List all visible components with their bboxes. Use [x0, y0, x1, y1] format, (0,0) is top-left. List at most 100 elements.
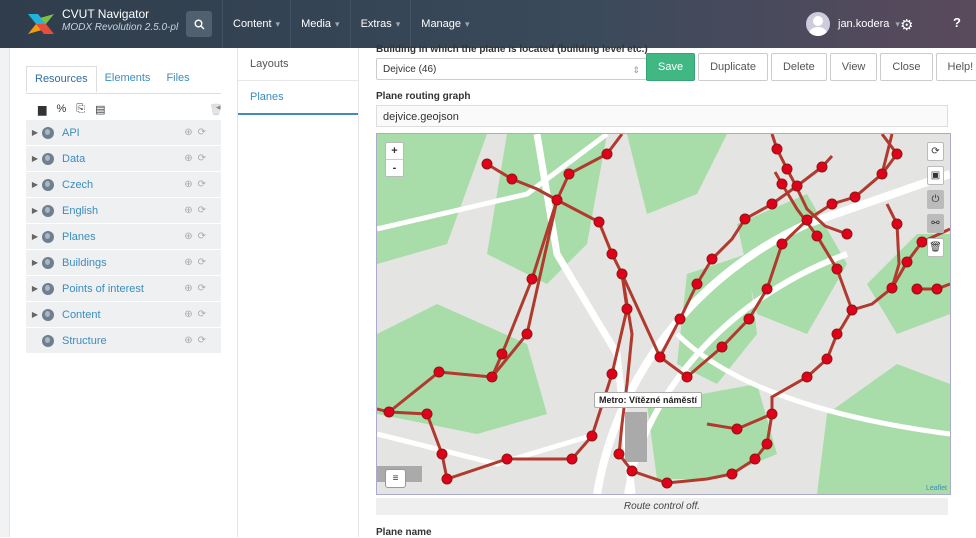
node-actions-icon[interactable]: ⊕⟳ — [184, 231, 211, 242]
tree-node-czech[interactable]: ▶ Czech ⊕⟳ — [26, 172, 221, 198]
expand-icon[interactable]: ▶ — [28, 232, 42, 241]
component-menu: Layouts Planes — [238, 48, 359, 537]
tree-node-points-of-interest[interactable]: ▶ Points of interest ⊕⟳ — [26, 276, 221, 302]
resource-panel: Resources Elements Files ▆ % ⎘ ▤ 🗑 ◂ ▶ AP… — [0, 48, 238, 537]
globe-icon — [42, 126, 54, 139]
expand-icon[interactable]: ▶ — [28, 128, 42, 137]
chevron-down-icon: ▾ — [465, 19, 470, 29]
attribution-link[interactable]: Leaflet — [926, 485, 947, 492]
graph-label: Plane routing graph — [376, 91, 471, 102]
modx-logo-icon[interactable] — [26, 12, 56, 36]
brand: CVUT Navigator MODX Revolution 2.5.0-pl — [62, 8, 178, 34]
nav-media-label: Media — [301, 18, 332, 30]
node-actions-icon[interactable]: ⊕⟳ — [184, 335, 211, 346]
zoom-in-button[interactable]: + — [386, 143, 403, 160]
tree-node-label: Buildings — [62, 256, 107, 269]
tree-node-label: Points of interest — [62, 282, 144, 295]
top-bar: CVUT Navigator MODX Revolution 2.5.0-pl … — [0, 0, 976, 48]
chevron-down-icon: ▾ — [395, 19, 401, 29]
new-static-resource-icon[interactable]: ▤ — [95, 103, 105, 116]
tree-node-label: Planes — [62, 230, 96, 243]
globe-icon — [42, 230, 54, 243]
node-actions-icon[interactable]: ⊕⟳ — [184, 153, 211, 164]
plane-editor: Building in which the plane is located (… — [359, 44, 976, 538]
node-actions-icon[interactable]: ⊕⟳ — [184, 257, 211, 268]
nav-extras-label: Extras — [360, 18, 392, 30]
routing-map[interactable]: + - ⟳ ▣ ⏻ ⚯ 🗑 ≡ Metro: Vítězné náměstí L… — [376, 133, 951, 495]
expand-icon[interactable]: ▶ — [28, 180, 42, 189]
expand-icon[interactable]: ▶ — [28, 258, 42, 267]
tree-node-label: English — [62, 204, 99, 217]
tree-node-data[interactable]: ▶ Data ⊕⟳ — [26, 146, 221, 172]
layers-icon[interactable]: ≡ — [385, 469, 406, 488]
menu-planes[interactable]: Planes — [238, 81, 358, 115]
panel-edge — [0, 48, 10, 537]
duplicate-button[interactable]: Duplicate — [698, 53, 768, 81]
plane-name-label: Plane name — [376, 527, 432, 538]
help-icon[interactable]: ? — [953, 15, 961, 30]
menu-layouts[interactable]: Layouts — [238, 48, 358, 81]
zoom-control: + - — [385, 142, 404, 177]
new-weblink-icon[interactable]: % — [56, 103, 66, 115]
nav-manage-label: Manage — [421, 18, 462, 30]
globe-icon — [42, 334, 54, 347]
new-symlink-icon[interactable]: ⎘ — [76, 103, 85, 116]
node-actions-icon[interactable]: ⊕⟳ — [184, 309, 211, 320]
node-actions-icon[interactable]: ⊕⟳ — [184, 283, 211, 294]
nav-content[interactable]: Content ▾ — [222, 0, 290, 48]
expand-icon[interactable]: ▶ — [28, 310, 42, 319]
tree-node-planes[interactable]: ▶ Planes ⊕⟳ — [26, 224, 221, 250]
map-canvas[interactable] — [377, 134, 950, 494]
expand-icon[interactable]: ▶ — [28, 284, 42, 293]
building-select[interactable]: Dejvice (46) ⇕ — [376, 58, 647, 80]
expand-icon[interactable]: ▶ — [28, 206, 42, 215]
node-actions-icon[interactable]: ⊕⟳ — [184, 179, 211, 190]
power-icon[interactable]: ⏻ — [927, 190, 944, 209]
tree-node-content[interactable]: ▶ Content ⊕⟳ — [26, 302, 221, 328]
graph-file-field[interactable]: dejvice.geojson — [376, 105, 948, 127]
tab-resources[interactable]: Resources — [26, 66, 97, 93]
globe-icon — [42, 308, 54, 321]
expand-icon[interactable]: ▶ — [28, 154, 42, 163]
tree-node-label: Structure — [62, 334, 107, 347]
nav-media[interactable]: Media ▾ — [290, 0, 350, 48]
tree-node-english[interactable]: ▶ English ⊕⟳ — [26, 198, 221, 224]
metro-building — [625, 412, 647, 462]
tree-node-api[interactable]: ▶ API ⊕⟳ — [26, 120, 221, 146]
zoom-out-button[interactable]: - — [386, 160, 403, 176]
nav-extras[interactable]: Extras ▾ — [349, 0, 411, 48]
user-menu[interactable]: jan.kodera ▾ — [806, 12, 900, 36]
tab-elements[interactable]: Elements — [97, 66, 159, 93]
chevron-down-icon: ▾ — [275, 19, 281, 29]
delete-icon[interactable]: 🗑 — [927, 238, 944, 257]
tree-node-label: Content — [62, 308, 101, 321]
search-button[interactable] — [186, 11, 212, 37]
help-button[interactable]: Help! — [935, 53, 976, 81]
view-button[interactable]: View — [829, 53, 878, 81]
tree-node-buildings[interactable]: ▶ Buildings ⊕⟳ — [26, 250, 221, 276]
tree-tabs: Resources Elements Files — [26, 66, 198, 93]
tab-files[interactable]: Files — [158, 66, 197, 93]
resource-tree: ▶ API ⊕⟳ ▶ Data ⊕⟳ ▶ Czech ⊕⟳ ▶ English ⊕⟳ ▶ Plan… — [26, 120, 221, 354]
top-nav: Content ▾ Media ▾ Extras ▾ Manage ▾ — [222, 0, 480, 48]
tree-node-structure[interactable]: Structure ⊕⟳ — [26, 328, 221, 354]
save-graph-icon[interactable]: ▣ — [927, 166, 944, 185]
tab-divider — [26, 93, 221, 94]
refresh-icon[interactable]: ⟳ — [927, 142, 944, 161]
link-icon[interactable]: ⚯ — [927, 214, 944, 233]
delete-button[interactable]: Delete — [770, 53, 827, 81]
avatar — [806, 12, 830, 36]
nav-content-label: Content — [233, 18, 272, 30]
select-arrows-icon: ⇕ — [632, 65, 640, 75]
node-actions-icon[interactable]: ⊕⟳ — [184, 127, 211, 138]
save-button[interactable]: Save — [646, 53, 696, 81]
map-toolbar: ⟳ ▣ ⏻ ⚯ 🗑 — [927, 142, 944, 262]
nav-manage[interactable]: Manage ▾ — [410, 0, 479, 48]
gear-icon[interactable]: ⚙ — [900, 16, 913, 34]
route-status: Route control off. — [376, 498, 948, 515]
tree-node-label: API — [62, 126, 80, 139]
collapse-panel-icon[interactable]: ◂ — [216, 102, 221, 113]
close-button[interactable]: Close — [880, 53, 933, 81]
node-actions-icon[interactable]: ⊕⟳ — [184, 205, 211, 216]
new-document-icon[interactable]: ▆ — [38, 103, 46, 116]
